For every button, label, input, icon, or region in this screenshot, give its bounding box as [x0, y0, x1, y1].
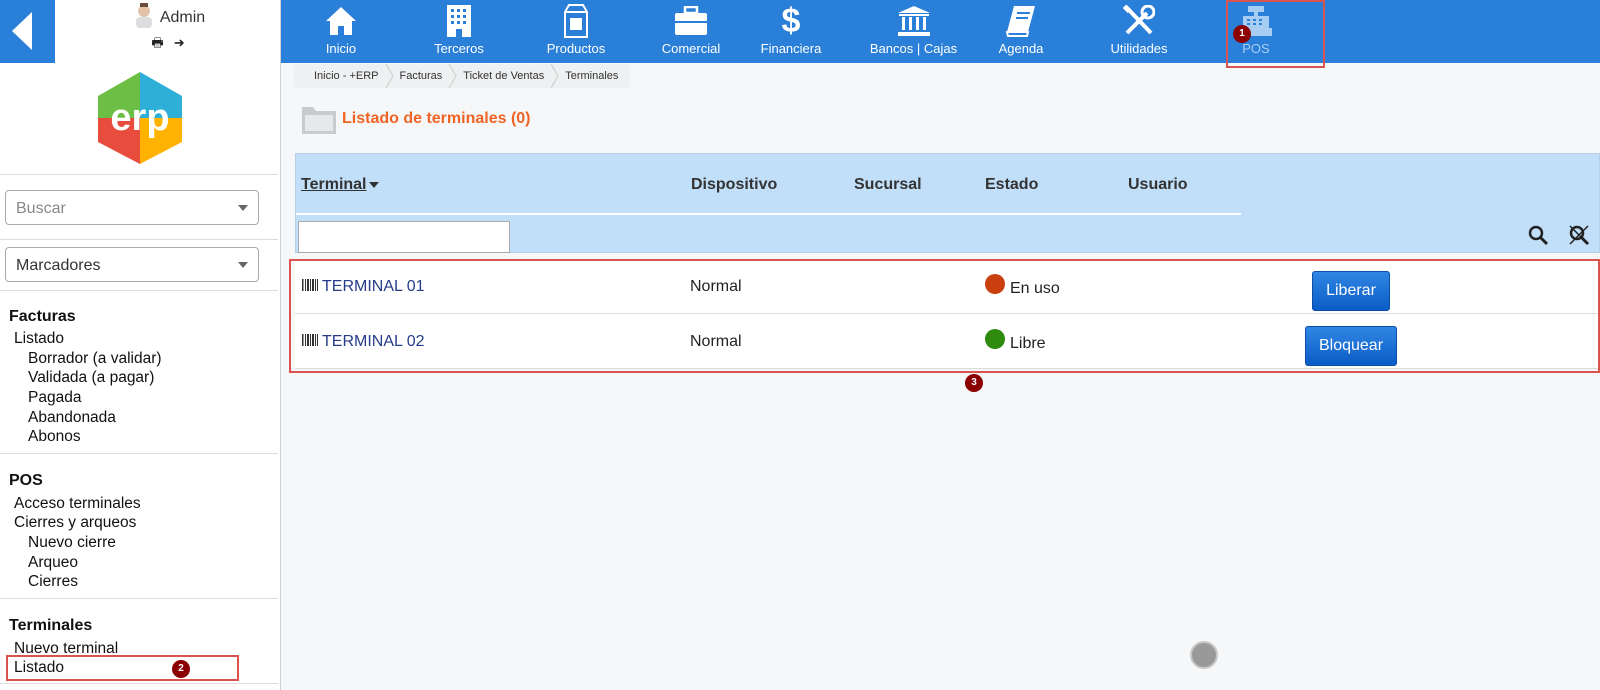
- step-marker-3: 3: [965, 374, 983, 392]
- back-button[interactable]: [0, 0, 55, 63]
- user-name[interactable]: Admin: [160, 8, 205, 28]
- nav-label-comercial: Comercial: [661, 41, 721, 56]
- menu-item-validada[interactable]: Validada (a pagar): [28, 369, 154, 387]
- highlight-box: [6, 655, 239, 681]
- menu-item-arqueo[interactable]: Arqueo: [28, 554, 78, 572]
- divider: [0, 290, 278, 291]
- highlight-box: [289, 259, 1600, 373]
- breadcrumb-item[interactable]: Inicio - +ERP: [314, 70, 379, 82]
- sort-down-icon: [368, 181, 379, 188]
- search-select-label: Buscar: [16, 200, 66, 217]
- divider: [0, 453, 278, 454]
- menu-item-facturas-listado[interactable]: Listado: [14, 330, 64, 348]
- folder-icon: [302, 107, 336, 134]
- menu-item-cierres-arqueos[interactable]: Cierres y arqueos: [14, 514, 136, 532]
- loading-indicator: [1190, 641, 1218, 669]
- divider: [0, 598, 278, 599]
- back-arrow-icon: [12, 12, 32, 50]
- table-header: Terminal Dispositivo Sucursal Estado Usu…: [295, 153, 1600, 253]
- chevron-down-icon: [238, 205, 248, 211]
- menu-item-acceso-terminales[interactable]: Acceso terminales: [14, 495, 141, 513]
- nav-item-bancos[interactable]: Bancos | Cajas: [851, 0, 976, 63]
- menu-section-pos[interactable]: POS: [9, 472, 43, 490]
- top-navigation: Inicio Terceros Productos Comercial $ Fi…: [281, 0, 1600, 63]
- logout-icon[interactable]: ➜: [174, 36, 185, 50]
- nav-label-productos: Productos: [546, 41, 606, 56]
- nav-label-financiera: Financiera: [760, 41, 822, 56]
- step-marker-2: 2: [172, 660, 190, 678]
- terminal-filter-input[interactable]: [298, 221, 510, 253]
- nav-item-productos[interactable]: Productos: [521, 0, 631, 63]
- column-header-terminal-label: Terminal: [301, 176, 367, 193]
- bookmarks-select[interactable]: Marcadores: [5, 247, 259, 282]
- bank-icon: [897, 6, 930, 36]
- svg-text:erp: erp: [110, 97, 169, 139]
- step-marker-1: 1: [1233, 25, 1251, 43]
- home-icon: [326, 7, 356, 35]
- chevron-right-icon: [448, 64, 457, 88]
- nav-item-agenda[interactable]: Agenda: [971, 0, 1071, 63]
- dollar-icon: $: [781, 2, 801, 40]
- tools-icon: [1123, 5, 1155, 35]
- chevron-right-icon: [385, 64, 394, 88]
- chevron-down-icon: [238, 262, 248, 268]
- menu-section-facturas[interactable]: Facturas: [9, 308, 76, 326]
- building-icon: [447, 5, 471, 37]
- bookmarks-select-label: Marcadores: [16, 257, 101, 274]
- search-icon[interactable]: [1527, 224, 1549, 246]
- products-icon: [564, 4, 588, 38]
- breadcrumb-item[interactable]: Terminales: [565, 70, 618, 82]
- briefcase-icon: [675, 6, 707, 35]
- column-header-device[interactable]: Dispositivo: [691, 176, 777, 194]
- avatar[interactable]: [131, 2, 157, 28]
- erp-logo: erp: [94, 70, 186, 166]
- menu-section-terminales[interactable]: Terminales: [9, 617, 92, 635]
- menu-item-borrador[interactable]: Borrador (a validar): [28, 350, 162, 368]
- nav-label-inicio: Inicio: [325, 41, 357, 56]
- menu-item-pagada[interactable]: Pagada: [28, 389, 81, 407]
- nav-label-bancos: Bancos | Cajas: [869, 41, 958, 56]
- nav-item-comercial[interactable]: Comercial: [636, 0, 746, 63]
- menu-item-nuevo-cierre[interactable]: Nuevo cierre: [28, 534, 116, 552]
- column-header-terminal[interactable]: Terminal: [301, 176, 379, 194]
- search-select[interactable]: Buscar: [5, 190, 259, 225]
- print-icon[interactable]: 🖶: [151, 36, 163, 50]
- divider: [0, 683, 278, 684]
- menu-item-abandonada[interactable]: Abandonada: [28, 409, 116, 427]
- page-title: Listado de terminales (0): [342, 110, 531, 127]
- nav-item-terceros[interactable]: Terceros: [409, 0, 509, 63]
- nav-label-terceros: Terceros: [434, 41, 484, 56]
- breadcrumb-item[interactable]: Facturas: [400, 70, 443, 82]
- clear-filter-icon[interactable]: [1568, 224, 1590, 246]
- left-sidebar: Admin 🖶 ➜ erp Buscar Marcadores Facturas…: [0, 0, 281, 690]
- header-separator: [296, 213, 1241, 215]
- nav-item-inicio[interactable]: Inicio: [296, 0, 386, 63]
- column-header-branch[interactable]: Sucursal: [854, 176, 922, 194]
- divider: [0, 239, 278, 240]
- book-icon: [1006, 6, 1035, 37]
- menu-item-cierres[interactable]: Cierres: [28, 573, 78, 591]
- nav-item-financiera[interactable]: $ Financiera: [741, 0, 841, 63]
- column-header-user[interactable]: Usuario: [1128, 176, 1188, 194]
- breadcrumb: Inicio - +ERP Facturas Ticket de Ventas …: [294, 64, 631, 88]
- menu-item-abonos[interactable]: Abonos: [28, 428, 81, 446]
- divider: [0, 174, 278, 175]
- nav-label-agenda: Agenda: [998, 41, 1044, 56]
- breadcrumb-item[interactable]: Ticket de Ventas: [463, 70, 544, 82]
- column-header-state[interactable]: Estado: [985, 176, 1038, 194]
- chevron-right-icon: [550, 64, 559, 88]
- nav-label-utilidades: Utilidades: [1110, 41, 1168, 56]
- user-box: Admin 🖶 ➜: [55, 0, 281, 63]
- nav-item-utilidades[interactable]: Utilidades: [1089, 0, 1189, 63]
